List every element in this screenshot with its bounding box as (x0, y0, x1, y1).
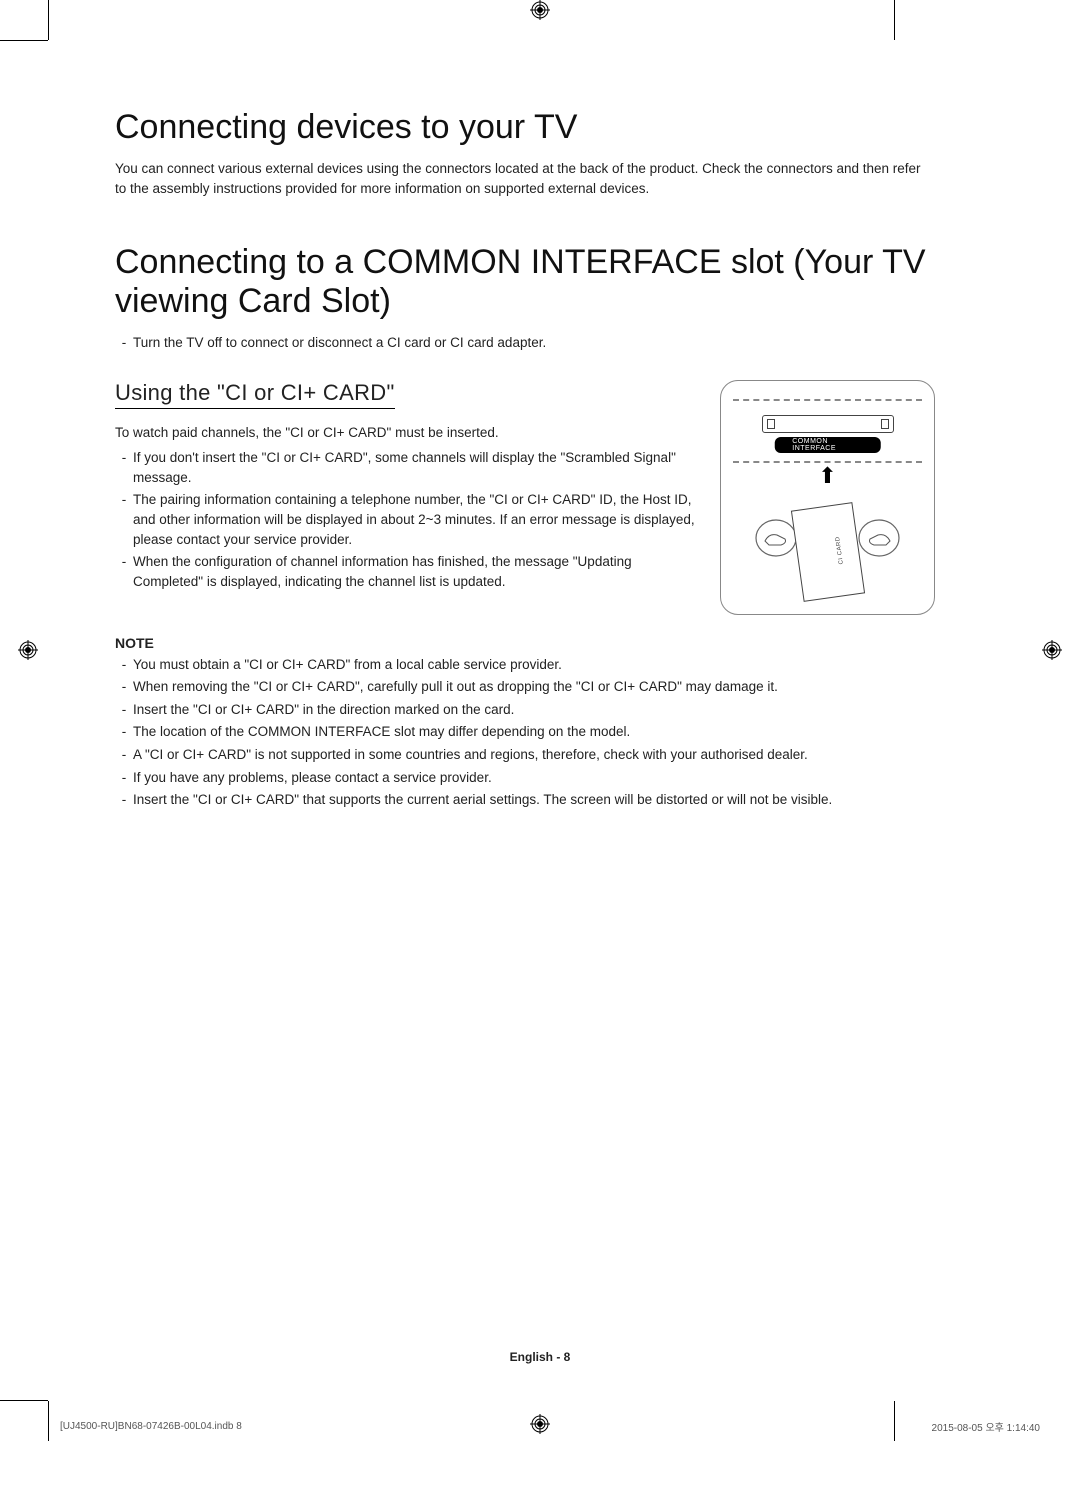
note-text: Insert the "CI or CI+ CARD" that support… (133, 790, 935, 810)
page-footer: English - 8 (0, 1350, 1080, 1364)
hand-left-icon (755, 517, 797, 559)
ci-slot-icon (762, 415, 894, 433)
slot-label: COMMON INTERFACE (774, 437, 881, 453)
print-filename: [UJ4500-RU]BN68-07426B-00L04.indb 8 (60, 1421, 242, 1432)
note-text: A "CI or CI+ CARD" is not supported in s… (133, 745, 935, 765)
registration-mark-icon (530, 0, 550, 20)
crop-mark (894, 0, 895, 40)
note-item: -When removing the "CI or CI+ CARD", car… (115, 677, 935, 697)
note-item: -A "CI or CI+ CARD" is not supported in … (115, 745, 935, 765)
note-text: Insert the "CI or CI+ CARD" in the direc… (133, 700, 935, 720)
ci-card-icon: CI CARD (790, 502, 864, 602)
bullet-text: Turn the TV off to connect or disconnect… (133, 333, 935, 353)
crop-mark (0, 1400, 48, 1401)
registration-mark-icon (1042, 640, 1062, 660)
paragraph-paid-channels: To watch paid channels, the "CI or CI+ C… (115, 423, 695, 443)
note-text: You must obtain a "CI or CI+ CARD" from … (133, 655, 935, 675)
note-item: -If you have any problems, please contac… (115, 768, 935, 788)
bullet-pairing-info: -The pairing information containing a te… (115, 490, 695, 549)
dash-icon: - (115, 768, 133, 788)
note-item: -The location of the COMMON INTERFACE sl… (115, 722, 935, 742)
print-timestamp: 2015-08-05 오후 1:14:40 (932, 1419, 1040, 1434)
bullet-turn-off: - Turn the TV off to connect or disconne… (115, 333, 935, 353)
bullet-text: The pairing information containing a tel… (133, 490, 695, 549)
bullet-text: If you don't insert the "CI or CI+ CARD"… (133, 448, 695, 487)
subheading-using-ci-card: Using the "CI or CI+ CARD" (115, 380, 395, 409)
bullet-updating-completed: -When the configuration of channel infor… (115, 552, 695, 591)
hand-right-icon (858, 517, 900, 559)
note-text: The location of the COMMON INTERFACE slo… (133, 722, 935, 742)
crop-mark (48, 0, 49, 40)
note-heading: NOTE (115, 635, 935, 651)
dash-icon: - (115, 722, 133, 742)
bullet-text: When the configuration of channel inform… (133, 552, 695, 591)
dash-icon: - (115, 552, 133, 591)
figure-ci-slot: COMMON INTERFACE ⬆ CI CARD (720, 380, 935, 615)
intro-paragraph: You can connect various external devices… (115, 159, 935, 198)
dash-icon: - (115, 655, 133, 675)
bullet-scrambled: -If you don't insert the "CI or CI+ CARD… (115, 448, 695, 487)
arrow-up-icon: ⬆ (818, 463, 836, 489)
dash-icon: - (115, 333, 133, 353)
print-metadata: [UJ4500-RU]BN68-07426B-00L04.indb 8 2015… (60, 1419, 1040, 1434)
note-item: -You must obtain a "CI or CI+ CARD" from… (115, 655, 935, 675)
dashed-line (733, 399, 922, 401)
note-text: If you have any problems, please contact… (133, 768, 935, 788)
dash-icon: - (115, 700, 133, 720)
dash-icon: - (115, 745, 133, 765)
dash-icon: - (115, 790, 133, 810)
heading-connecting-devices: Connecting devices to your TV (115, 108, 935, 147)
dash-icon: - (115, 448, 133, 487)
dash-icon: - (115, 490, 133, 549)
crop-mark (0, 40, 48, 41)
page-content: Connecting devices to your TV You can co… (115, 108, 935, 813)
heading-common-interface: Connecting to a COMMON INTERFACE slot (Y… (115, 243, 935, 321)
note-text: When removing the "CI or CI+ CARD", care… (133, 677, 935, 697)
crop-mark (48, 1401, 49, 1441)
dash-icon: - (115, 677, 133, 697)
note-item: -Insert the "CI or CI+ CARD" that suppor… (115, 790, 935, 810)
card-label: CI CARD (834, 536, 844, 565)
registration-mark-icon (18, 640, 38, 660)
note-item: -Insert the "CI or CI+ CARD" in the dire… (115, 700, 935, 720)
